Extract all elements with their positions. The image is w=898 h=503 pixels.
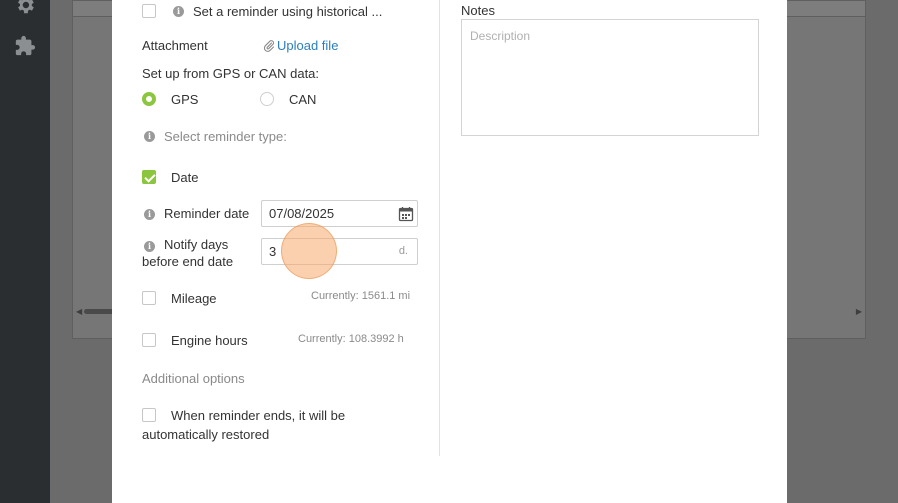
sidebar (0, 0, 50, 503)
reminder-type-label: Select reminder type: (164, 129, 287, 144)
notes-placeholder: Description (470, 29, 531, 43)
scroll-right-icon: ▶ (855, 307, 862, 316)
auto-restore-label-line1[interactable]: When reminder ends, it will be (171, 408, 345, 423)
mileage-checkbox[interactable] (142, 291, 156, 305)
scroll-left-icon: ◀ (76, 307, 83, 316)
reminder-date-label: Reminder date (164, 206, 250, 221)
upload-file-link[interactable]: Upload file (277, 38, 338, 53)
reminder-date-value: 07/08/2025 (269, 206, 335, 221)
additional-options-heading: Additional options (142, 371, 245, 386)
column-divider (439, 0, 440, 456)
source-label: Set up from GPS or CAN data: (142, 66, 320, 81)
info-icon: i (144, 209, 155, 220)
paperclip-icon[interactable] (263, 39, 275, 53)
gps-radio[interactable] (142, 92, 156, 106)
auto-restore-checkbox[interactable] (142, 408, 156, 422)
historical-reminder-checkbox[interactable] (142, 4, 156, 18)
auto-restore-label-line2[interactable]: automatically restored (142, 427, 269, 442)
gps-label[interactable]: GPS (171, 92, 198, 107)
notes-textarea[interactable]: Description (461, 19, 759, 136)
calendar-icon[interactable] (398, 206, 414, 222)
notes-label: Notes (461, 3, 495, 18)
info-icon: i (173, 6, 184, 17)
mileage-current: Currently: 1561.1 mi (311, 290, 411, 302)
engine-hours-checkbox[interactable] (142, 333, 156, 347)
puzzle-icon[interactable] (14, 35, 36, 57)
reminder-modal: i Set a reminder using historical ... At… (112, 0, 787, 503)
notify-days-label-line2: before end date (142, 254, 234, 269)
can-radio[interactable] (260, 92, 274, 106)
engine-hours-current: Currently: 108.3992 h (298, 333, 404, 345)
date-checkbox[interactable] (142, 170, 156, 184)
notify-days-value: 3 (269, 244, 277, 259)
historical-reminder-label: Set a reminder using historical ... (193, 4, 383, 19)
date-label[interactable]: Date (171, 170, 198, 185)
notify-days-label-line1: Notify days (164, 237, 229, 252)
click-indicator (281, 223, 337, 279)
notify-days-unit: d. (398, 245, 408, 257)
mileage-label[interactable]: Mileage (171, 291, 217, 306)
attachment-label: Attachment (142, 38, 208, 53)
info-icon: i (144, 131, 155, 142)
info-icon: i (144, 241, 155, 252)
can-label[interactable]: CAN (289, 92, 316, 107)
engine-hours-label[interactable]: Engine hours (171, 333, 248, 348)
gear-icon[interactable] (14, 0, 36, 16)
reminder-date-input[interactable]: 07/08/2025 (261, 200, 418, 227)
